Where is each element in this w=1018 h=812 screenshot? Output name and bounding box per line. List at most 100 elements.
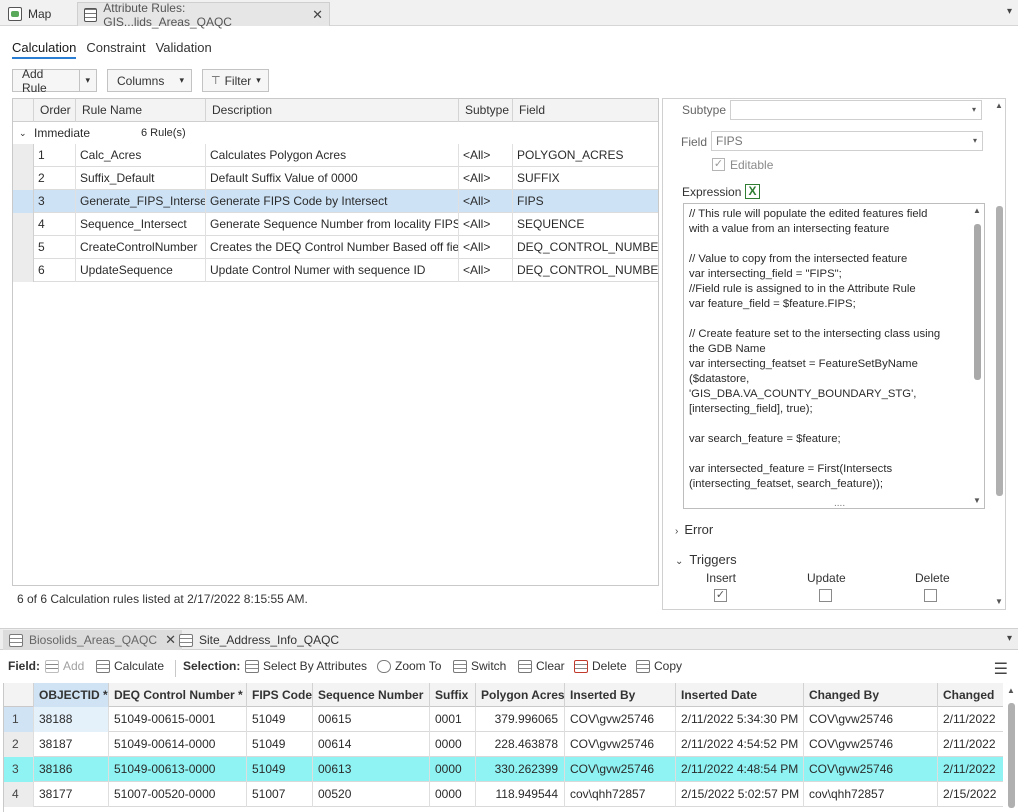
cell-suffix[interactable]: 0000	[430, 757, 476, 782]
cell-objectid[interactable]: 38187	[34, 732, 109, 757]
header-rule-name[interactable]: Rule Name	[76, 99, 206, 122]
add-rule-button[interactable]: Add Rule ▾	[12, 67, 97, 95]
code-scrollbar-thumb[interactable]	[974, 224, 981, 380]
table-row[interactable]: 4 Sequence_Intersect Generate Sequence N…	[13, 213, 658, 236]
tab-validation[interactable]: Validation	[156, 40, 212, 59]
cell-inserted-by[interactable]: COV\gvw25746	[565, 732, 676, 757]
header-deq-control-number[interactable]: DEQ Control Number *	[109, 683, 247, 707]
field-dropdown[interactable]: FIPS ▾	[711, 131, 983, 151]
calculate-button[interactable]: Calculate	[96, 659, 164, 673]
cell-deq-control-number[interactable]: 51049-00615-0001	[109, 707, 247, 732]
tab-map[interactable]: Map	[2, 2, 57, 26]
cell-inserted-date[interactable]: 2/11/2022 5:34:30 PM	[676, 707, 804, 732]
header-suffix[interactable]: Suffix	[430, 683, 476, 707]
clear-selection-button[interactable]: Clear	[518, 659, 565, 673]
cell-deq-control-number[interactable]: 51049-00613-0000	[109, 757, 247, 782]
cell-inserted-date[interactable]: 2/15/2022 5:02:57 PM	[676, 782, 804, 807]
chevron-down-icon[interactable]: ▼	[995, 597, 1003, 606]
cell-fips-code[interactable]: 51049	[247, 707, 313, 732]
cell-sequence-number[interactable]: 00520	[313, 782, 430, 807]
cell-changed-by[interactable]: cov\qhh72857	[804, 782, 938, 807]
cell-sequence-number[interactable]: 00613	[313, 757, 430, 782]
cell-changed-by[interactable]: COV\gvw25746	[804, 757, 938, 782]
cell-inserted-date[interactable]: 2/11/2022 4:48:54 PM	[676, 757, 804, 782]
cell-deq-control-number[interactable]: 51007-00520-0000	[109, 782, 247, 807]
header-subtype[interactable]: Subtype	[459, 99, 513, 122]
table-row[interactable]: 1 38188 51049-00615-0001 51049 00615 000…	[4, 707, 1003, 732]
tab-calculation[interactable]: Calculation	[12, 40, 77, 59]
panel-scrollbar-thumb[interactable]	[996, 206, 1003, 496]
table-row[interactable]: 5 CreateControlNumber Creates the DEQ Co…	[13, 236, 658, 259]
table-row-selected[interactable]: 3 Generate_FIPS_Intersect Generate FIPS …	[13, 190, 658, 213]
table-row[interactable]: 1 Calc_Acres Calculates Polygon Acres <A…	[13, 144, 658, 167]
table-row-highlighted[interactable]: 3 38186 51049-00613-0000 51049 00613 000…	[4, 757, 1003, 782]
header-order[interactable]: Order	[34, 99, 76, 122]
cell-suffix[interactable]: 0001	[430, 707, 476, 732]
header-changed-by[interactable]: Changed By	[804, 683, 938, 707]
select-by-attributes-button[interactable]: Select By Attributes	[245, 659, 367, 673]
code-scrollbar[interactable]: ▲ ▼	[971, 206, 983, 506]
cell-deq-control-number[interactable]: 51049-00614-0000	[109, 732, 247, 757]
copy-selection-button[interactable]: Copy	[636, 659, 682, 673]
chevron-up-icon[interactable]: ▲	[995, 101, 1003, 110]
cell-inserted-by[interactable]: COV\gvw25746	[565, 707, 676, 732]
header-sequence-number[interactable]: Sequence Number	[313, 683, 430, 707]
header-field[interactable]: Field	[513, 99, 658, 122]
menu-icon[interactable]: ☰	[994, 659, 1008, 679]
expression-code-box[interactable]: // This rule will populate the edited fe…	[683, 203, 985, 509]
cell-fips-code[interactable]: 51049	[247, 732, 313, 757]
header-description[interactable]: Description	[206, 99, 459, 122]
chevron-down-icon[interactable]: ▾	[1007, 6, 1012, 17]
chevron-down-icon[interactable]: ▾	[78, 70, 96, 91]
tab-attribute-rules[interactable]: Attribute Rules: GIS...lids_Areas_QAQC ✕	[77, 1, 330, 29]
expression-editor-icon[interactable]: X	[745, 184, 760, 199]
header-fips-code[interactable]: FIPS Code	[247, 683, 313, 707]
cell-changed[interactable]: 2/11/2022	[938, 707, 1003, 732]
header-objectid[interactable]: OBJECTID *	[34, 683, 109, 707]
rule-group-immediate[interactable]: ⌄ Immediate 6 Rule(s)	[13, 122, 658, 144]
cell-changed[interactable]: 2/15/2022	[938, 782, 1003, 807]
chevron-up-icon[interactable]: ▲	[973, 206, 981, 215]
error-section-header[interactable]: › Error	[675, 522, 713, 537]
trigger-insert-checkbox[interactable]: ✓	[714, 589, 727, 602]
cell-inserted-by[interactable]: cov\qhh72857	[565, 782, 676, 807]
cell-polygon-acres[interactable]: 379.996065	[476, 707, 565, 732]
cell-polygon-acres[interactable]: 330.262399	[476, 757, 565, 782]
header-polygon-acres[interactable]: Polygon Acres	[476, 683, 565, 707]
switch-selection-button[interactable]: Switch	[453, 659, 506, 673]
cell-inserted-date[interactable]: 2/11/2022 4:54:52 PM	[676, 732, 804, 757]
delete-selection-button[interactable]: Delete	[574, 659, 627, 673]
cell-changed[interactable]: 2/11/2022	[938, 732, 1003, 757]
cell-polygon-acres[interactable]: 118.949544	[476, 782, 565, 807]
cell-changed-by[interactable]: COV\gvw25746	[804, 732, 938, 757]
table-row[interactable]: 2 38187 51049-00614-0000 51049 00614 000…	[4, 732, 1003, 757]
cell-changed[interactable]: 2/11/2022	[938, 757, 1003, 782]
header-inserted-date[interactable]: Inserted Date	[676, 683, 804, 707]
panel-scrollbar[interactable]: ▲ ▼	[993, 99, 1005, 609]
editable-checkbox[interactable]: ✓	[712, 158, 725, 171]
cell-polygon-acres[interactable]: 228.463878	[476, 732, 565, 757]
chevron-down-icon[interactable]: ⌄	[19, 122, 27, 144]
cell-inserted-by[interactable]: COV\gvw25746	[565, 757, 676, 782]
filter-button[interactable]: ⊤ Filter ▾	[202, 69, 269, 92]
table-row[interactable]: 6 UpdateSequence Update Control Numer wi…	[13, 259, 658, 282]
chevron-down-icon[interactable]: ▾	[1007, 633, 1012, 644]
trigger-delete-checkbox[interactable]	[924, 589, 937, 602]
chevron-down-icon[interactable]: ▼	[973, 496, 981, 505]
zoom-to-button[interactable]: Zoom To	[377, 659, 441, 673]
add-field-button[interactable]: Add	[45, 659, 84, 673]
cell-fips-code[interactable]: 51049	[247, 757, 313, 782]
subtype-dropdown[interactable]: ▾	[730, 100, 982, 120]
cell-fips-code[interactable]: 51007	[247, 782, 313, 807]
cell-objectid[interactable]: 38188	[34, 707, 109, 732]
trigger-update-checkbox[interactable]	[819, 589, 832, 602]
tab-biosolids-areas[interactable]: Biosolids_Areas_QAQC ✕	[3, 630, 182, 650]
chevron-up-icon[interactable]: ▲	[1007, 686, 1015, 695]
cell-suffix[interactable]: 0000	[430, 782, 476, 807]
columns-button[interactable]: Columns ▾	[107, 69, 192, 92]
table-row[interactable]: 4 38177 51007-00520-0000 51007 00520 000…	[4, 782, 1003, 807]
attribute-table-scrollbar[interactable]: ▲	[1005, 683, 1017, 812]
tab-site-address-info[interactable]: Site_Address_Info_QAQC	[173, 630, 345, 650]
cell-objectid[interactable]: 38177	[34, 782, 109, 807]
cell-changed-by[interactable]: COV\gvw25746	[804, 707, 938, 732]
